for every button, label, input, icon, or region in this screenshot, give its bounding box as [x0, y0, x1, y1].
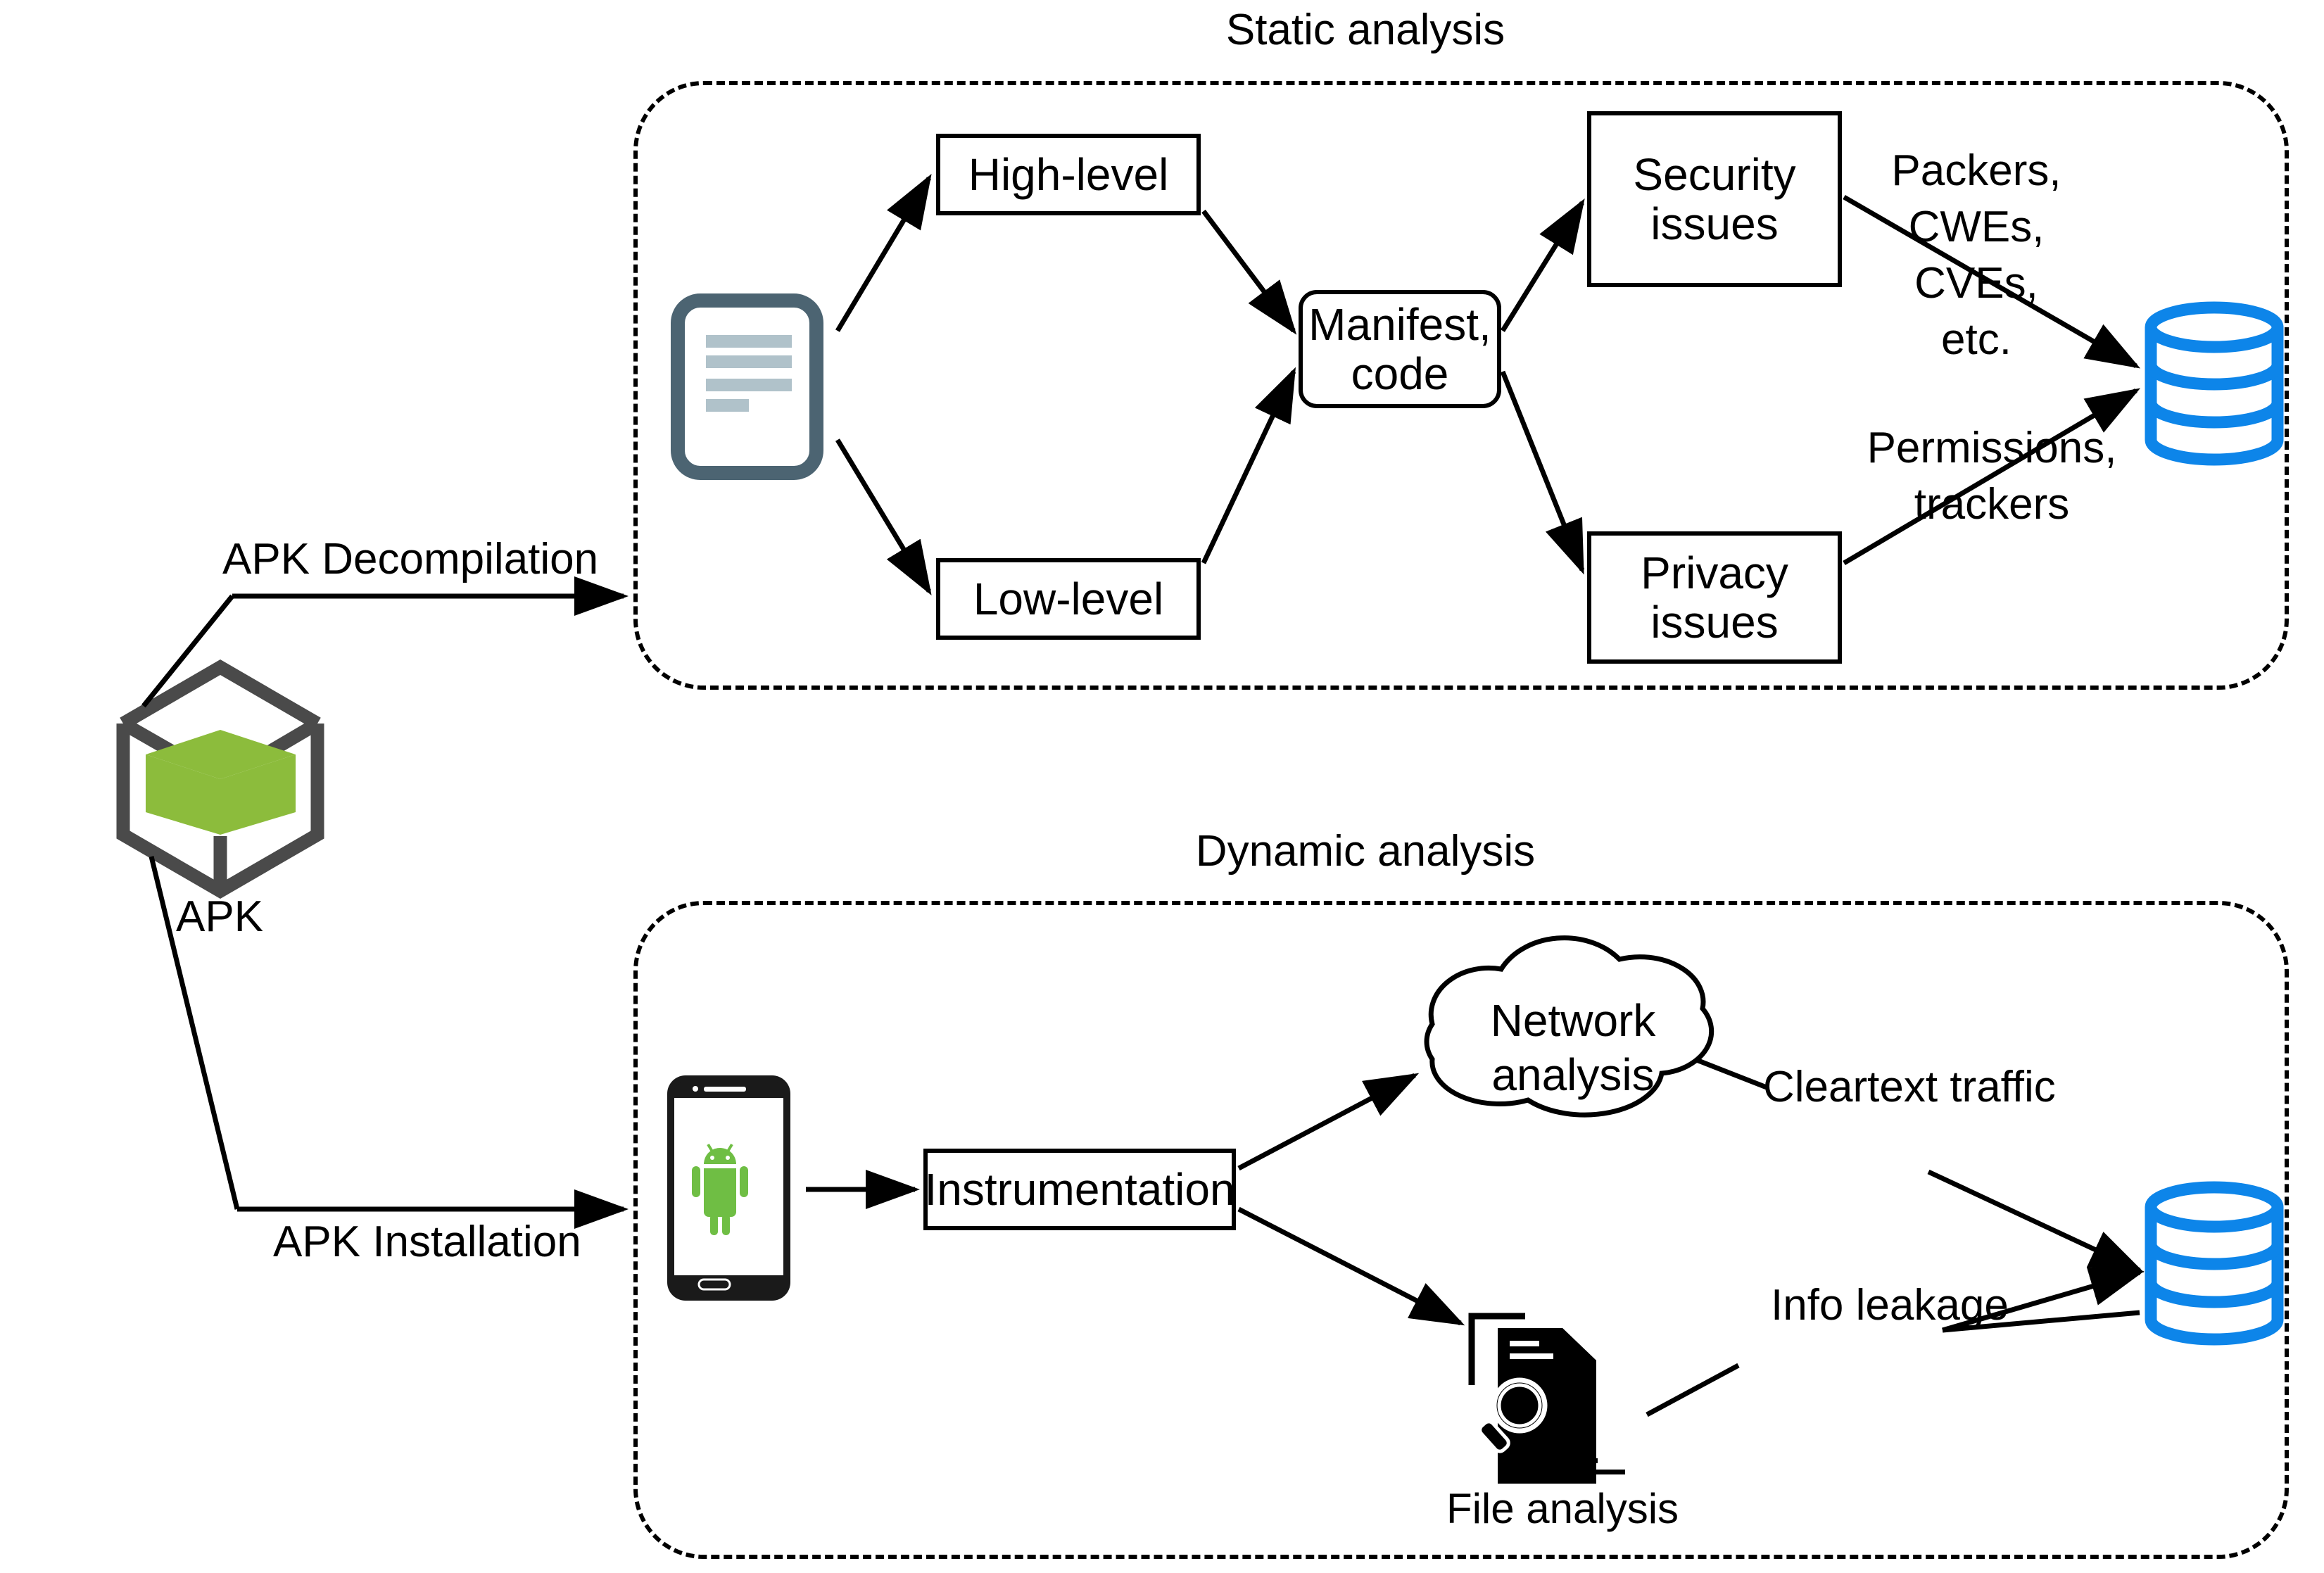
edge-label-apk-decompilation: APK Decompilation: [222, 535, 599, 583]
dynamic-analysis-title: Dynamic analysis: [1195, 827, 1536, 876]
edge-label-packers-line4: etc.: [1941, 315, 2012, 364]
node-privacy-issues-label-line2: issues: [1650, 597, 1779, 647]
node-network-analysis-label-line1: Network: [1490, 995, 1656, 1046]
node-privacy-issues[interactable]: Privacy issues: [1587, 531, 1842, 664]
node-security-issues-label-line2: issues: [1650, 198, 1779, 249]
node-low-level-label: Low-level: [973, 573, 1164, 624]
edge-label-cleartext-traffic: Cleartext traffic: [1763, 1063, 2056, 1111]
edge-label-info-leakage: Info leakage: [1771, 1281, 2009, 1329]
node-manifest-code[interactable]: Manifest, code: [1299, 290, 1501, 408]
node-manifest-code-label-line2: code: [1351, 348, 1449, 399]
node-instrumentation-label: Instrumentation: [924, 1163, 1235, 1215]
node-high-level[interactable]: High-level: [936, 134, 1201, 215]
edge-label-permissions-line1: Permissions,: [1867, 424, 2117, 472]
diagram-canvas: Static analysis Dynamic analysis APK APK…: [0, 0, 2324, 1573]
node-low-level[interactable]: Low-level: [936, 558, 1201, 640]
static-analysis-title: Static analysis: [1225, 6, 1505, 54]
edge-label-permissions-line2: trackers: [1914, 480, 2070, 529]
node-instrumentation[interactable]: Instrumentation: [923, 1149, 1236, 1230]
file-analysis-label: File analysis: [1446, 1485, 1679, 1532]
node-high-level-label: High-level: [968, 149, 1169, 200]
node-network-analysis-label-line2: analysis: [1491, 1049, 1655, 1100]
node-manifest-code-label-line1: Manifest,: [1308, 298, 1491, 350]
apk-label: APK: [176, 892, 264, 941]
edge-label-packers-line1: Packers,: [1891, 146, 2061, 195]
edge-label-packers-line2: CWEs,: [1908, 203, 2045, 251]
edge-label-apk-installation: APK Installation: [273, 1218, 581, 1266]
node-security-issues-label-line1: Security: [1633, 149, 1796, 200]
edge-label-packers-line3: CVEs,: [1914, 259, 2038, 308]
node-privacy-issues-label-line1: Privacy: [1641, 547, 1788, 598]
node-security-issues[interactable]: Security issues: [1587, 111, 1842, 287]
